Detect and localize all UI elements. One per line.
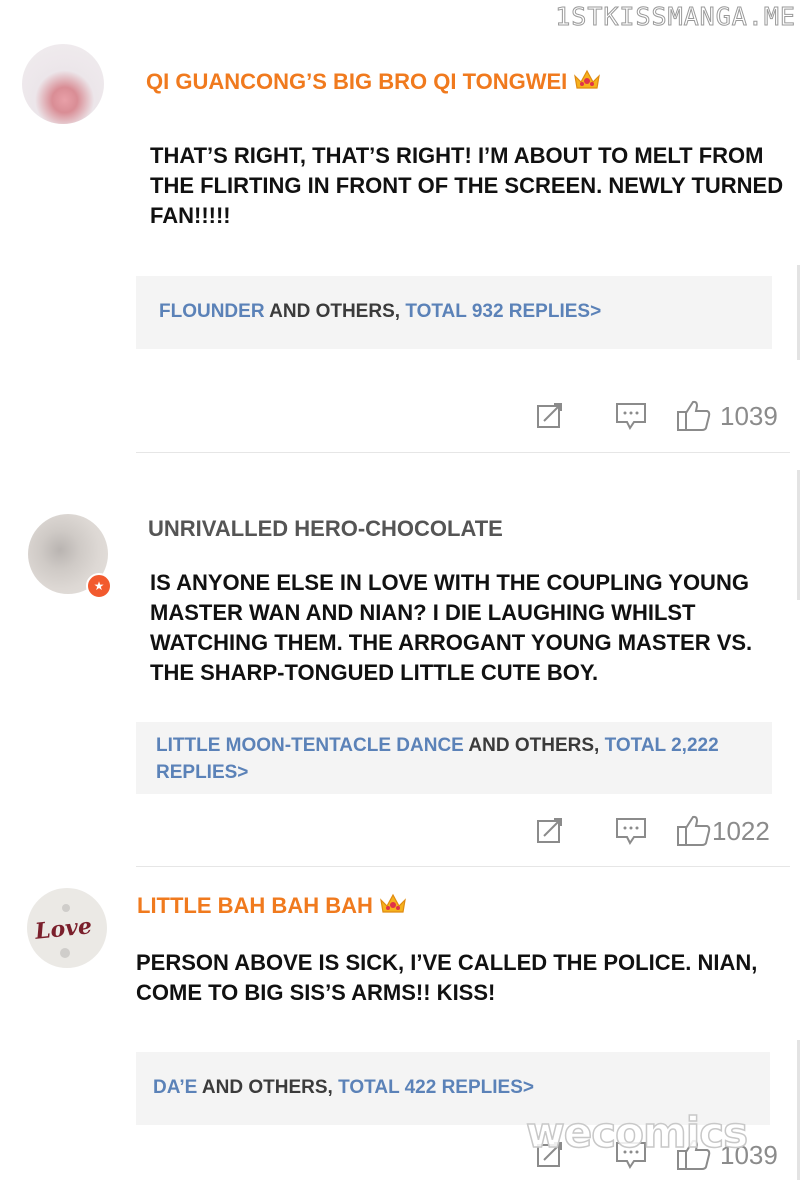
comment-divider bbox=[136, 452, 790, 453]
reply-middle-text: AND OTHERS, bbox=[463, 735, 605, 756]
username-text[interactable]: UNRIVALLED HERO-CHOCOLATE bbox=[148, 516, 503, 541]
vip-star-icon: ★ bbox=[86, 573, 112, 599]
replies-preview[interactable]: LITTLE MOON-TENTACLE DANCE AND OTHERS, T… bbox=[136, 722, 772, 794]
username-text[interactable]: QI GUANCONG’S BIG BRO QI TONGWEI bbox=[146, 69, 567, 94]
user-avatar[interactable] bbox=[22, 44, 104, 124]
comment-text: THAT’S RIGHT, THAT’S RIGHT! I’M ABOUT TO… bbox=[150, 143, 784, 228]
avatar-love-text: Love bbox=[33, 913, 94, 945]
like-count: 1022 bbox=[712, 816, 770, 846]
avatar-decoration bbox=[62, 904, 70, 912]
comment-username[interactable]: LITTLE BAH BAH BAH bbox=[137, 892, 407, 919]
crown-icon bbox=[379, 893, 406, 913]
comment-actions: 1022 bbox=[0, 814, 800, 848]
reply-names-link[interactable]: DA’E bbox=[153, 1077, 197, 1098]
user-avatar[interactable]: Love bbox=[27, 888, 107, 968]
brand-watermark: wecomics bbox=[525, 1107, 749, 1158]
share-icon[interactable] bbox=[535, 401, 565, 431]
share-icon[interactable] bbox=[535, 816, 565, 846]
crown-icon bbox=[574, 69, 601, 89]
comment-text: IS ANYONE ELSE IN LOVE WITH THE COUPLING… bbox=[150, 570, 753, 685]
site-watermark: 1STKISSMANGA.ME bbox=[555, 2, 796, 32]
username-text[interactable]: LITTLE BAH BAH BAH bbox=[137, 893, 373, 918]
reply-total-link[interactable]: TOTAL 932 REPLIES> bbox=[405, 301, 601, 322]
reply-middle-text: AND OTHERS, bbox=[264, 301, 406, 322]
comment-text: PERSON ABOVE IS SICK, I’VE CALLED THE PO… bbox=[136, 950, 758, 1005]
comment-username[interactable]: UNRIVALLED HERO-CHOCOLATE bbox=[148, 516, 503, 542]
thumbs-up-icon[interactable] bbox=[676, 399, 712, 433]
replies-preview[interactable]: FLOUNDER AND OTHERS, TOTAL 932 REPLIES> bbox=[136, 276, 772, 349]
thumbs-up-icon[interactable] bbox=[676, 814, 712, 848]
reply-middle-text: AND OTHERS, bbox=[197, 1077, 339, 1098]
like-count: 1039 bbox=[720, 401, 778, 431]
reply-names-link[interactable]: FLOUNDER bbox=[159, 301, 265, 322]
reply-total-link[interactable]: TOTAL 422 REPLIES> bbox=[338, 1077, 534, 1098]
reply-names-link[interactable]: LITTLE MOON-TENTACLE DANCE bbox=[156, 735, 464, 756]
comment-actions: 1039 bbox=[0, 399, 800, 433]
comment-icon[interactable] bbox=[615, 816, 647, 846]
comment-icon[interactable] bbox=[615, 401, 647, 431]
comment-divider bbox=[136, 866, 790, 867]
comment-username[interactable]: QI GUANCONG’S BIG BRO QI TONGWEI bbox=[146, 68, 601, 95]
avatar-decoration bbox=[60, 948, 70, 958]
